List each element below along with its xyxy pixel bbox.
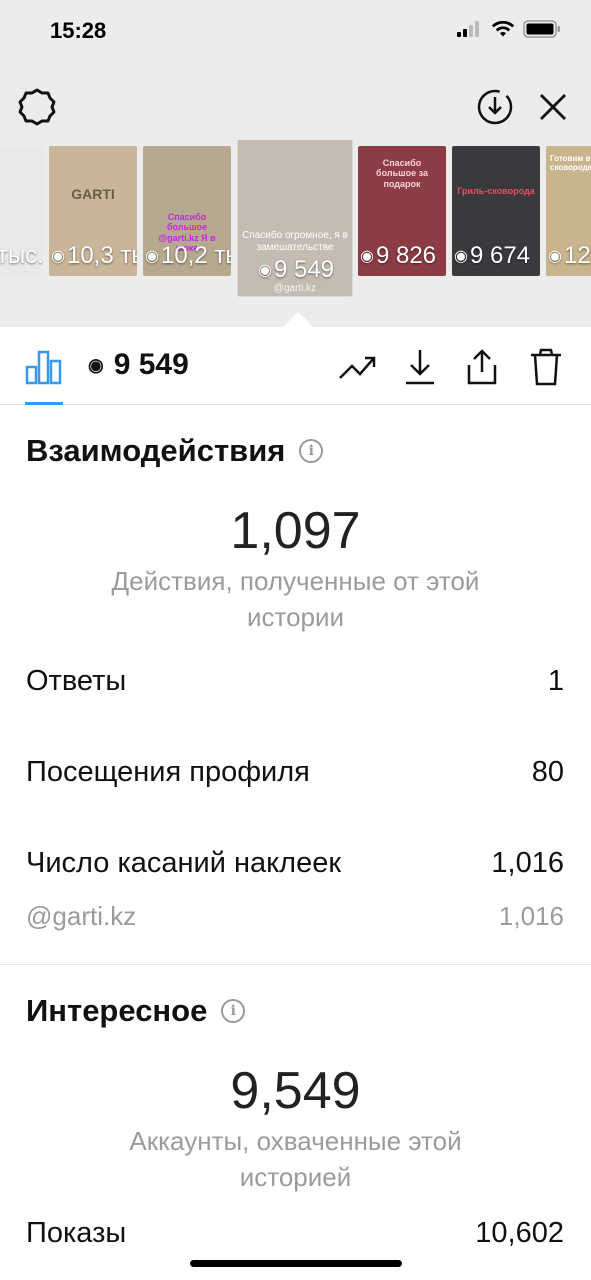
discovery-total: 9,549 [230,1062,361,1120]
metric-row: Ответы 1 [26,665,564,698]
story-caption: Спасибо большое за подарок [376,158,428,189]
story-thumbnail[interactable]: GARTI ◉10,3 тыс. [49,146,137,276]
story-views: 0,9 тыс. [0,242,43,269]
story-caption: Готовим в новой сковороде [550,154,591,173]
wifi-icon [491,20,515,37]
battery-icon [523,20,560,38]
metric-value: 80 [531,756,564,788]
metric-value: 10,602 [475,1217,564,1249]
home-indicator[interactable] [190,1260,402,1267]
section-title: Взаимодействия i [26,433,324,469]
story-views: ◉ 9 826 [360,242,437,269]
interactions-total: 1,097 [230,502,361,560]
trend-icon [339,356,376,379]
viewers-count[interactable]: ◉ 9 549 [88,348,189,382]
download-icon [406,350,434,385]
status-indicators [457,20,561,38]
metric-label: Посещения профиля [26,756,310,788]
delete-button[interactable] [526,347,566,387]
discovery-title: Интересное [26,993,208,1028]
story-views: ◉ 9 674 [454,242,531,269]
metric-row: Посещения профиля 80 [26,756,564,789]
metric-row: Показы 10,602 [26,1217,564,1250]
story-thumbnail[interactable]: 0,9 тыс. [0,146,43,276]
share-button[interactable] [462,347,502,387]
metric-label: Число касаний наклеек [26,847,342,879]
metric-value: 1,016 [491,847,564,879]
metric-row: Число касаний наклеек 1,016 [26,847,564,880]
discovery-subtitle: Аккаунты, охваченные этой историей [129,1126,462,1192]
eye-icon: ◉ [88,354,104,375]
trash-icon [531,348,561,386]
eye-icon: ◉ [454,248,468,265]
metric-value: 1 [547,665,564,697]
status-bar: 15:28 [0,0,591,64]
selected-pointer [282,312,314,328]
promote-button[interactable] [338,347,378,387]
story-strip: 0,9 тыс. GARTI ◉10,3 тыс. Спасибо большо… [0,140,591,300]
story-thumbnail[interactable]: Спасибо большое за подарок ◉ 9 826 [358,146,446,276]
story-thumbnail[interactable]: Спасибо большое @garti.kz Я в шоке ◉ 10,2… [143,146,231,276]
story-thumbnail-selected[interactable]: Спасибо огромное, я в замешательстве ◉ 9 … [238,140,352,296]
metric-label: Ответы [26,665,127,697]
story-views: ◉ 12 [548,242,591,269]
sticker-value: 1,016 [498,901,564,931]
signal-icon [457,21,479,37]
story-caption: GARTI [71,186,115,202]
bar-chart-icon [25,350,62,385]
story-thumbnail[interactable]: Гриль-сковорода ◉ 9 674 [452,146,540,276]
story-caption: Гриль-сковорода [457,186,535,196]
eye-icon: ◉ [548,248,562,265]
section-title: Интересное i [26,993,246,1029]
sticker-row: @garti.kz 1,016 [26,901,564,932]
story-handle: @garti.kz [273,283,317,294]
eye-icon: ◉ [51,248,65,265]
close-icon [540,94,566,120]
settings-button[interactable] [16,86,58,128]
metric-label: Показы [26,1217,127,1249]
viewers-count-value: 9 549 [113,348,189,381]
info-icon[interactable]: i [221,999,246,1023]
eye-icon: ◉ [360,248,374,265]
discovery-section: Интересное i 9,549 Аккаунты, охваченные … [0,965,591,1265]
eye-icon: ◉ [145,248,159,265]
share-icon [467,349,497,385]
story-toolbar: ◉ 9 549 [0,327,591,405]
save-button[interactable] [400,347,440,387]
eye-icon: ◉ [257,262,272,279]
interactions-subtitle: Действия, полученные от этой истории [111,566,480,632]
download-circle-button[interactable] [474,86,516,128]
sticker-label: @garti.kz [26,901,137,931]
story-thumbnail[interactable]: Готовим в новой сковороде ◉12 [546,146,591,276]
interactions-section: Взаимодействия i 1,097 Действия, получен… [0,405,591,965]
story-picker-area: 15:28 0,9 тыс. GARTI ◉10,3 тыс. [0,0,591,328]
story-views: ◉10,2 тыс. [145,242,231,269]
download-circle-icon [477,89,513,125]
story-views: ◉ 9 549 [257,256,335,283]
close-button[interactable] [532,86,574,128]
status-time: 15:28 [50,18,107,43]
story-caption: Спасибо огромное, я в замешательстве [242,230,348,253]
story-views: ◉10,3 тыс. [51,242,137,269]
insights-tab[interactable] [24,347,64,387]
info-icon[interactable]: i [299,439,324,463]
gear-icon [18,88,56,126]
interactions-title: Взаимодействия [26,433,286,468]
